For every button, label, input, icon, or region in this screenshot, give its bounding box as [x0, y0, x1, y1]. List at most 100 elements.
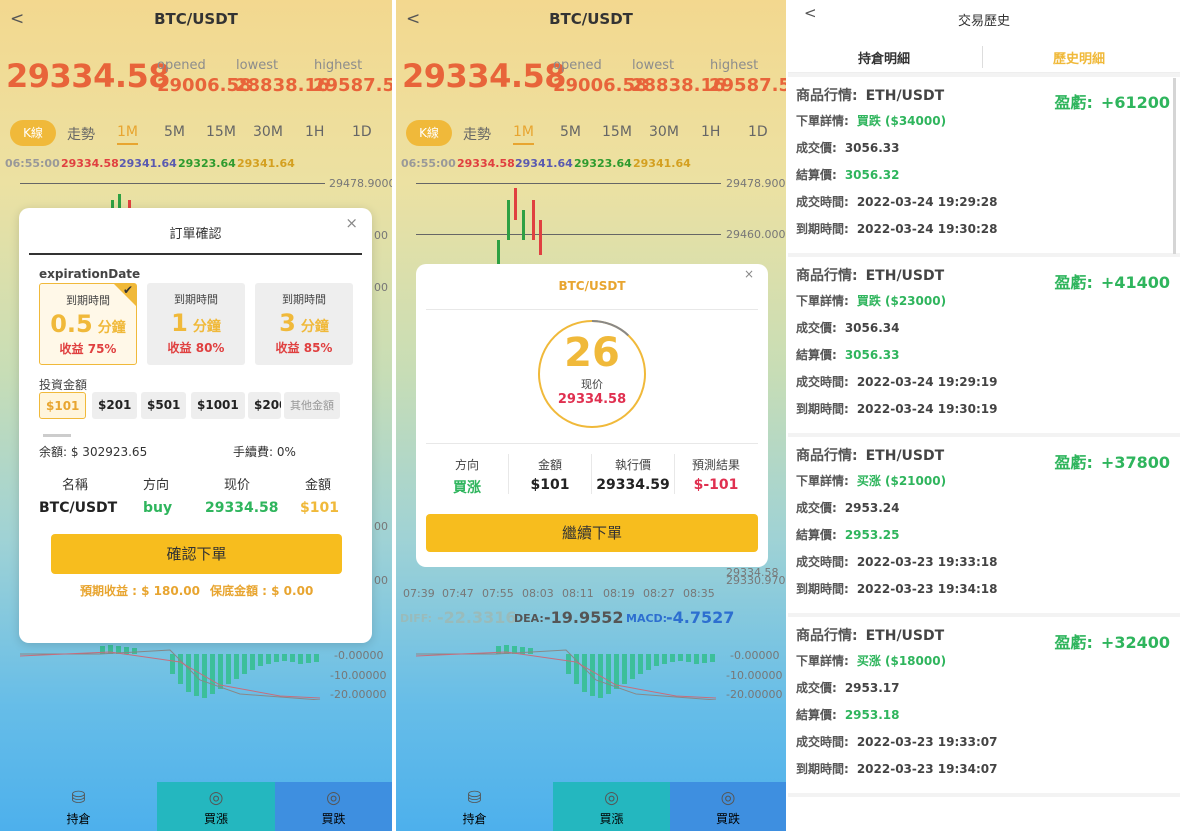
- countdown-ring: 26 现价 29334.58: [538, 320, 646, 428]
- col-header: 金額: [537, 458, 562, 472]
- quote-high: 29341.64: [119, 157, 177, 170]
- tab-positions[interactable]: ⛁ 持倉: [0, 782, 157, 831]
- tab-1h[interactable]: 1H: [305, 124, 324, 140]
- history-record[interactable]: 商品行情: ETH/USDT 下單詳情: 买涨 ($21000) 成交價: 2953.24…: [788, 437, 1180, 615]
- tab-history-detail[interactable]: 歷史明細: [1053, 48, 1105, 67]
- macd-histogram: [20, 645, 321, 700]
- record-deal-time: 成交時間: 2022-03-24 19:29:19: [796, 373, 997, 390]
- diff-value: -22.3316: [437, 608, 517, 627]
- header-price: 现价: [224, 478, 251, 493]
- quote-low: 29323.64: [178, 157, 236, 170]
- tab-buy-up[interactable]: ◎ 買漲: [157, 782, 275, 831]
- amount-101[interactable]: $101: [39, 392, 87, 419]
- tab-1d[interactable]: 1D: [352, 124, 372, 140]
- candle: [514, 188, 517, 220]
- axis-label: -20.00000: [726, 688, 783, 701]
- check-icon: ✔: [122, 283, 133, 297]
- app-root: < BTC/USDT 29334.58 opened lowest highes…: [0, 0, 1180, 831]
- header-direction: 方向: [143, 478, 170, 493]
- record-order: 下單詳情: 买涨 ($21000): [796, 472, 946, 489]
- tab-positions-detail[interactable]: 持倉明細: [858, 48, 910, 67]
- amount-501[interactable]: $501: [141, 392, 187, 419]
- card-value: 0.5: [50, 310, 93, 338]
- candle: [539, 220, 542, 255]
- time-label: 07:55: [482, 587, 514, 600]
- tab-kline[interactable]: K線: [406, 120, 452, 146]
- quote-close: 29341.64: [633, 157, 691, 170]
- tab-positions[interactable]: ⛁ 持倉: [396, 782, 553, 831]
- tab-1d[interactable]: 1D: [748, 124, 768, 140]
- current-price: 29334.58: [402, 57, 567, 95]
- time-label: 07:47: [442, 587, 474, 600]
- candle: [497, 240, 500, 264]
- history-record[interactable]: 商品行情: ETH/USDT 下單詳情: 買跌 ($23000) 成交價: 3056.34…: [788, 257, 1180, 435]
- record-label: 商品行情:: [796, 268, 858, 284]
- record-expire-time: 到期時間: 2022-03-23 19:34:07: [796, 760, 997, 777]
- tab-30m[interactable]: 30M: [649, 124, 679, 140]
- expiry-card-3[interactable]: 到期時間 3 分鐘 收益 85%: [255, 283, 353, 365]
- record-label: 商品行情:: [796, 628, 858, 644]
- tab-trend[interactable]: 走勢: [67, 124, 95, 144]
- amount-1001[interactable]: $1001: [191, 392, 245, 419]
- confirm-order-button[interactable]: 確認下單: [51, 534, 342, 574]
- history-record[interactable]: 商品行情: ETH/USDT 下單詳情: 買跌 ($34000) 成交價: 3056.33…: [788, 77, 1180, 255]
- macd-histogram: [416, 645, 717, 700]
- tab-1m[interactable]: 1M: [513, 124, 534, 145]
- opened-label: opened: [553, 58, 602, 73]
- record-value: 买涨 ($18000): [856, 654, 947, 668]
- close-icon[interactable]: ×: [744, 267, 754, 281]
- tab-15m[interactable]: 15M: [602, 124, 632, 140]
- tab-5m[interactable]: 5M: [560, 124, 581, 140]
- expiry-card-0.5[interactable]: ✔ 到期時間 0.5 分鐘 收益 75%: [39, 283, 137, 365]
- close-icon[interactable]: ×: [345, 214, 358, 232]
- card-value: 3: [279, 309, 296, 337]
- other-amount-input[interactable]: 其他金額: [284, 392, 340, 419]
- record-settle: 結算價: 3056.32: [796, 166, 899, 183]
- tab-label: 買漲: [599, 812, 624, 826]
- tab-buy-down[interactable]: ◎ 買跌: [275, 782, 392, 831]
- tab-buy-down[interactable]: ◎ 買跌: [670, 782, 786, 831]
- col-value: $-101: [693, 477, 739, 493]
- tab-buy-up[interactable]: ◎ 買漲: [553, 782, 670, 831]
- tab-1h[interactable]: 1H: [701, 124, 720, 140]
- tab-trend[interactable]: 走勢: [463, 124, 491, 144]
- pnl-label: 盈虧:: [1054, 453, 1093, 472]
- continue-order-button[interactable]: 繼續下單: [426, 514, 758, 552]
- record-label: 成交價:: [796, 141, 837, 155]
- tab-1m[interactable]: 1M: [117, 124, 138, 145]
- tab-30m[interactable]: 30M: [253, 124, 283, 140]
- card-yield: 收益 85%: [275, 341, 333, 355]
- record-deal: 成交價: 3056.33: [796, 139, 899, 156]
- expiry-card-1[interactable]: 到期時間 1 分鐘 收益 80%: [147, 283, 245, 365]
- amount-201[interactable]: $201: [92, 392, 138, 419]
- globe-icon: ◎: [604, 788, 619, 808]
- order-name: BTC/USDT: [39, 500, 118, 516]
- pnl-value: +61200: [1100, 93, 1170, 112]
- record-pnl: 盈虧: +37800: [1055, 449, 1170, 473]
- tab-15m[interactable]: 15M: [206, 124, 236, 140]
- order-result-modal: BTC/USDT × 26 现价 29334.58 方向 買涨 金額 $101 執行…: [416, 264, 768, 567]
- history-record[interactable]: 商品行情: ETH/USDT 下單詳情: 买涨 ($18000) 成交價: 2953.17…: [788, 617, 1180, 795]
- col-header: 方向: [454, 458, 479, 472]
- time-label: 08:27: [643, 587, 675, 600]
- candle: [532, 200, 535, 240]
- col-header: 執行價: [614, 458, 651, 472]
- candles: [497, 188, 542, 264]
- record-value: 2022-03-23 19:34:18: [856, 582, 998, 596]
- record-settle: 結算價: 3056.33: [796, 346, 899, 363]
- record-product: 商品行情: ETH/USDT: [796, 445, 944, 465]
- card-value: 1: [171, 309, 188, 337]
- diff-label: DIFF:: [400, 612, 433, 625]
- lowest-label: lowest: [632, 58, 675, 73]
- amount-2001[interactable]: $200: [248, 392, 281, 419]
- tab-kline[interactable]: K線: [10, 120, 56, 146]
- current-price: 29334.58: [6, 57, 171, 95]
- record-label: 下單詳情:: [796, 654, 849, 668]
- guaranteed-amount: 保底金額 : $ 0.00: [210, 584, 314, 598]
- scroll-indicator[interactable]: [43, 434, 71, 437]
- axis-label: 00: [374, 574, 388, 587]
- card-title: 到期時間: [66, 294, 110, 307]
- tab-5m[interactable]: 5M: [164, 124, 185, 140]
- scrollbar[interactable]: [1173, 78, 1176, 254]
- dea-value: -19.9552: [544, 608, 624, 627]
